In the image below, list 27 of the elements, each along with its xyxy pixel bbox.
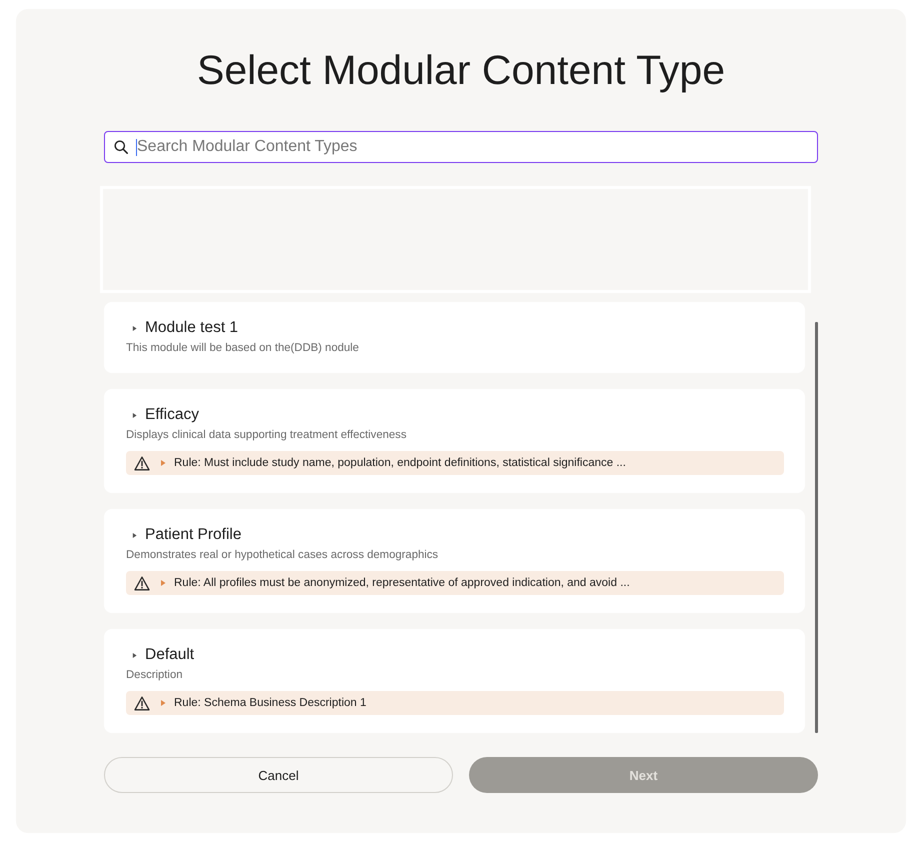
module-title: Efficacy [145, 406, 199, 424]
module-description: Description [126, 668, 183, 682]
module-card[interactable]: Efficacy Displays clinical data supporting treatment effectiveness Rule: Must include study name, population, endpoint definitions, statistical significance ... [104, 389, 805, 493]
module-card[interactable]: Patient Profile Demonstrates real or hypothetical cases across demographics Rule: All profiles must be anonymized, representative of approved indication, and avoid ... [104, 509, 805, 613]
text-cursor [136, 139, 137, 156]
rule-text: Rule: All profiles must be anonymized, representative of approved indication, and avoid ... [174, 577, 630, 589]
dialog-title: Select Modular Content Type [197, 47, 725, 93]
warning-icon [134, 696, 150, 710]
module-title: Patient Profile [145, 526, 242, 544]
search-icon [114, 140, 128, 154]
module-description: Demonstrates real or hypothetical cases across demographics [126, 548, 438, 562]
module-description: This module will be based on the(DDB) nodule [126, 341, 359, 355]
module-description: Displays clinical data supporting treatment effectiveness [126, 428, 406, 442]
module-card[interactable]: Default Description Rule: Schema Business Description 1 [104, 629, 805, 733]
warning-icon [134, 456, 150, 470]
module-title: Default [145, 646, 194, 664]
rule-bar[interactable]: Rule: All profiles must be anonymized, representative of approved indication, and avoid ... [126, 571, 784, 595]
search-field[interactable]: Search Modular Content Types [104, 131, 818, 163]
module-title: Module test 1 [145, 319, 238, 337]
rule-bar[interactable]: Rule: Must include study name, population, endpoint definitions, statistical significance ... [126, 451, 784, 475]
warning-icon [134, 576, 150, 590]
rule-bar[interactable]: Rule: Schema Business Description 1 [126, 691, 784, 715]
scrollbar-thumb[interactable] [815, 322, 818, 733]
rule-text: Rule: Must include study name, population, endpoint definitions, statistical significance ... [174, 457, 626, 469]
cancel-button[interactable]: Cancel [104, 757, 453, 793]
module-card[interactable]: Module test 1 This module will be based on the(DDB) nodule [104, 302, 805, 373]
rule-text: Rule: Schema Business Description 1 [174, 697, 366, 709]
